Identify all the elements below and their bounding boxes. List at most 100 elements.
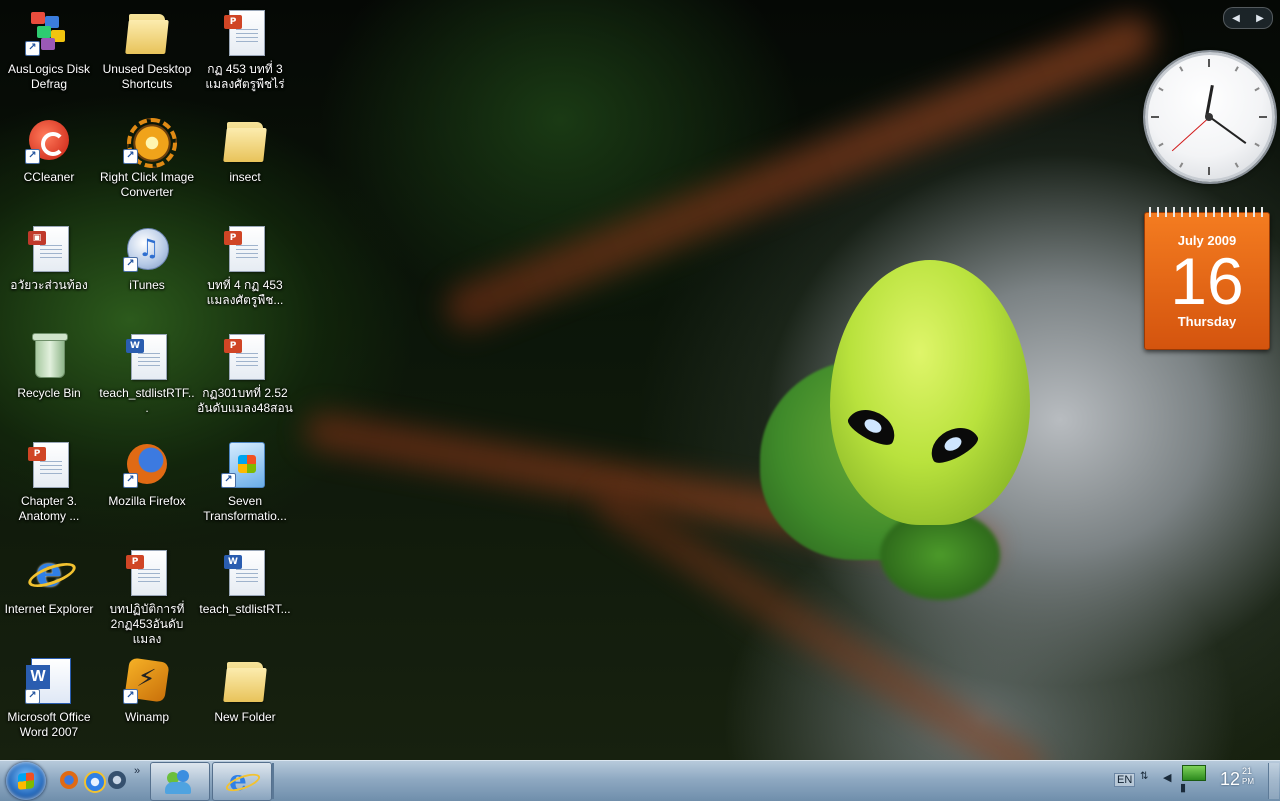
ccleaner-icon: ↗ (25, 116, 73, 164)
calendar-day: 16 (1170, 244, 1244, 318)
icon-label: Seven Transformatio... (203, 494, 287, 523)
icon-label: กฏ301บทที่ 2.52 อันดับแมลง48สอน (197, 386, 293, 415)
desktop-icon-image-converter[interactable]: ↗ Right Click Image Converter (98, 112, 196, 220)
desktop-icon-firefox[interactable]: ↗ Mozilla Firefox (98, 436, 196, 544)
show-desktop-button[interactable] (1268, 763, 1279, 799)
desktop-icon-chapter3[interactable]: P Chapter 3. Anatomy ... (0, 436, 98, 544)
network-icon[interactable] (1182, 765, 1206, 781)
icon-label: New Folder (214, 710, 276, 724)
shortcut-arrow-icon: ↗ (221, 473, 236, 488)
pdf-doc-icon: ▣ (25, 224, 73, 272)
desktop-icon-seven-transformation[interactable]: ↗ Seven Transformatio... (196, 436, 294, 544)
icon-label: CCleaner (23, 170, 75, 184)
icon-label: Chapter 3. Anatomy ... (18, 494, 80, 523)
icon-label: Unused Desktop Shortcuts (102, 62, 192, 91)
desktop-icon-itunes[interactable]: ↗ iTunes (98, 220, 196, 328)
desktop-icon-teach-stdlist-2[interactable]: W teach_stdlistRT... (196, 544, 294, 652)
powerpoint-doc-icon: P (25, 440, 73, 488)
icon-label: Recycle Bin (17, 386, 81, 400)
clock-tick (1208, 167, 1210, 175)
icon-label: อวัยวะส่วนท้อง (10, 278, 88, 292)
shortcut-arrow-icon: ↗ (123, 149, 138, 164)
clock-tick (1151, 116, 1159, 118)
taskbar: » e EN ⇅ ◀ ▮ 12 21 PM (0, 760, 1280, 801)
folder-icon (221, 656, 269, 704)
recycle-bin-icon (25, 332, 73, 380)
clock-tick (1158, 142, 1164, 147)
taskbar-divider (272, 763, 274, 799)
shortcut-arrow-icon: ↗ (25, 689, 40, 704)
desktop-icon-winamp[interactable]: ↗ Winamp (98, 652, 196, 760)
shortcut-arrow-icon: ↗ (25, 41, 40, 56)
desktop-icon-recycle-bin[interactable]: Recycle Bin (0, 328, 98, 436)
disk-defrag-icon: ↗ (25, 8, 73, 56)
powerpoint-doc-icon: P (221, 224, 269, 272)
desktop-icon-chapter4-ppt[interactable]: P บทที่ 4 กฏ 453 แมลงศัตรูพืช... (196, 220, 294, 328)
desktop-icon-insect-folder[interactable]: insect (196, 112, 294, 220)
quick-launch-ie-icon[interactable] (84, 771, 106, 793)
icon-label: teach_stdlistRTF... (99, 386, 195, 415)
clock-tick (1208, 59, 1210, 67)
itunes-icon: ↗ (123, 224, 171, 272)
gadget-next-button[interactable]: ▶ (1256, 13, 1264, 24)
desktop-icon-lab-ppt[interactable]: P บทปฏิบัติการที่ 2กฏ453อันดับแมลง (98, 544, 196, 652)
powerpoint-doc-icon: P (221, 8, 269, 56)
windows-start-icon (18, 772, 34, 790)
folder-icon (123, 8, 171, 56)
desktop-icon-abdomen-pdf[interactable]: ▣ อวัยวะส่วนท้อง (0, 220, 98, 328)
clock-minute-hand (1208, 115, 1247, 145)
desktop-icon-internet-explorer[interactable]: e Internet Explorer (0, 544, 98, 652)
desktop-icon-chapter3-pests-ppt[interactable]: P กฏ 453 บทที่ 3 แมลงศัตรูพืชไร่ (196, 4, 294, 112)
desktop-icon-unused-shortcuts[interactable]: Unused Desktop Shortcuts (98, 4, 196, 112)
desktop-icon-ccleaner[interactable]: ↗ CCleaner (0, 112, 98, 220)
desktop-icon-word-2007[interactable]: ↗ Microsoft Office Word 2007 (0, 652, 98, 760)
icon-label: insect (229, 170, 261, 184)
icon-label: Mozilla Firefox (108, 494, 186, 508)
taskbar-button-messenger[interactable] (150, 762, 210, 801)
winamp-icon: ↗ (123, 656, 171, 704)
tray-clock[interactable]: 12 21 PM (1220, 767, 1260, 790)
desktop-icon-auslogics[interactable]: ↗ AusLogics Disk Defrag (0, 4, 98, 112)
clock-tick (1179, 162, 1184, 168)
calendar-gadget[interactable]: July 2009 16 Thursday (1144, 207, 1270, 350)
gadget-prev-button[interactable]: ◀ (1232, 13, 1240, 24)
clock-second-hand (1171, 117, 1210, 152)
taskbar-button-internet-explorer[interactable]: e (212, 762, 272, 801)
clock-tick (1234, 66, 1239, 72)
calendar-weekday: Thursday (1177, 314, 1237, 329)
tray-expand-icon[interactable]: ◀ (1163, 771, 1171, 784)
icon-label: บทปฏิบัติการที่ 2กฏ453อันดับแมลง (109, 602, 185, 646)
firefox-icon: ↗ (123, 440, 171, 488)
folder-icon (221, 116, 269, 164)
volume-icon[interactable]: ▮ (1180, 781, 1186, 794)
gadget-navigation: ◀ ▶ (1223, 7, 1273, 29)
word-doc-icon: W (123, 332, 171, 380)
tray-clock-hour: 12 (1220, 769, 1241, 789)
clock-tick (1158, 87, 1164, 92)
icon-label: Right Click Image Converter (99, 170, 195, 199)
clock-center-pin (1205, 113, 1213, 121)
desktop-icon-new-folder[interactable]: New Folder (196, 652, 294, 760)
clock-tick (1259, 116, 1267, 118)
quick-launch-more-button[interactable]: » (134, 765, 140, 777)
quick-launch-firefox-icon[interactable] (60, 771, 78, 789)
icon-label: teach_stdlistRT... (199, 602, 291, 616)
clock-tick (1254, 87, 1260, 92)
word-2007-icon: ↗ (25, 656, 73, 704)
clock-tick (1254, 142, 1260, 147)
powerpoint-doc-icon: P (123, 548, 171, 596)
calendar-rings (1149, 207, 1265, 217)
desktop-icon-insect-orders-ppt[interactable]: P กฏ301บทที่ 2.52 อันดับแมลง48สอน (196, 328, 294, 436)
shortcut-arrow-icon: ↗ (25, 149, 40, 164)
language-indicator[interactable]: EN (1114, 773, 1136, 787)
start-button[interactable] (6, 762, 46, 800)
language-bar-options-icon[interactable]: ⇅ (1140, 771, 1148, 782)
clock-gadget[interactable] (1145, 52, 1275, 182)
icon-label: AusLogics Disk Defrag (7, 62, 91, 91)
shortcut-arrow-icon: ↗ (123, 473, 138, 488)
icon-label: iTunes (129, 278, 165, 292)
quick-launch-media-icon[interactable] (108, 771, 126, 789)
internet-explorer-icon: e (25, 548, 73, 596)
seven-transformation-icon: ↗ (221, 440, 269, 488)
desktop-icon-teach-stdlist-1[interactable]: W teach_stdlistRTF... (98, 328, 196, 436)
